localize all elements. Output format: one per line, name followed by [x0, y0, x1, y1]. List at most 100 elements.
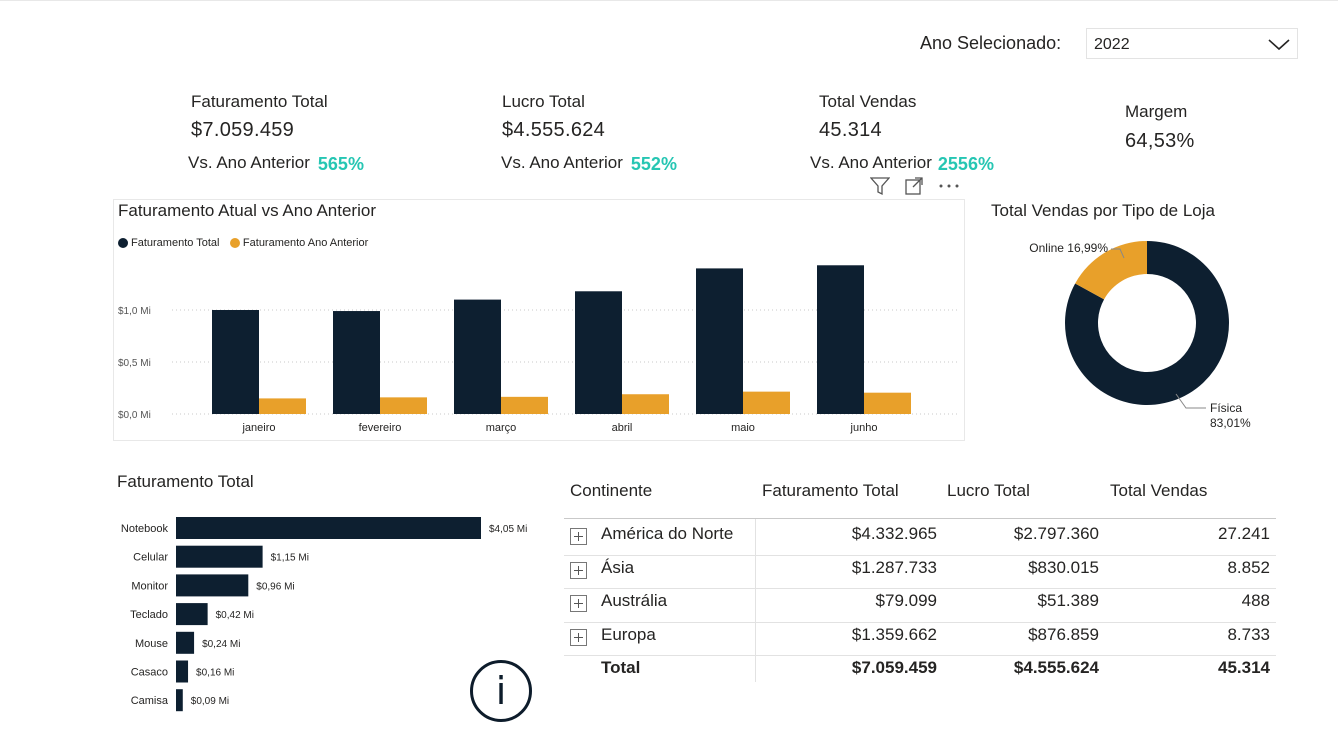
faturamento-cell: $79.099 [875, 591, 937, 610]
kpi-lucro-comparison-label: Vs. Ano Anterior [501, 153, 623, 172]
total-faturamento: $7.059.459 [851, 658, 937, 677]
bar-previous-janeiro[interactable] [259, 398, 306, 414]
x-tick-label: fevereiro [359, 422, 402, 434]
hbar-chart-title: Faturamento Total [117, 472, 254, 491]
table-header[interactable]: Faturamento Total [762, 481, 899, 501]
expand-row-button[interactable] [570, 561, 587, 579]
more-options-icon[interactable] [938, 176, 960, 196]
x-tick-label: março [486, 422, 517, 434]
bar-current-maio[interactable] [696, 268, 743, 414]
bar-mouse[interactable] [176, 631, 195, 654]
kpi-faturamento-comparison: Vs. Ano Anterior 565% [188, 152, 364, 174]
bar-current-janeiro[interactable] [212, 310, 259, 414]
kpi-margem-value: 64,53% [1125, 130, 1195, 152]
column-divider [755, 519, 756, 682]
kpi-faturamento-comparison-label: Vs. Ano Anterior [188, 153, 310, 172]
vendas-cell: 488 [1241, 591, 1270, 610]
expand-row-button[interactable] [570, 528, 587, 545]
donut-chart-title: Total Vendas por Tipo de Loja [991, 201, 1215, 220]
kpi-vendas-pct: 2556% [937, 154, 994, 174]
total-vendas: 45.314 [1218, 658, 1270, 677]
data-label: $0,16 Mi [196, 668, 234, 679]
bar-celular[interactable] [176, 545, 263, 568]
revenue-comparison-chart[interactable]: Faturamento Atual vs Ano Anterior Fatura… [113, 199, 965, 441]
category-label: Camisa [131, 695, 169, 707]
lucro-cell: $830.015 [1028, 557, 1099, 577]
bar-teclado[interactable] [176, 603, 208, 626]
expand-row-button[interactable] [570, 595, 587, 612]
data-label: $0,09 Mi [191, 696, 229, 707]
lucro-cell: $2.797.360 [1013, 524, 1099, 543]
bar-previous-junho[interactable] [864, 392, 911, 414]
kpi-vendas-title: Total Vendas [819, 92, 917, 111]
donut-label-online: Online 16,99% [1029, 241, 1108, 255]
category-label: Notebook [121, 523, 169, 535]
kpi-faturamento-pct: 565% [317, 154, 364, 174]
total-label: Total [601, 658, 641, 677]
bar-camisa[interactable] [176, 689, 183, 712]
bar-current-março[interactable] [454, 299, 501, 414]
category-label: Casaco [131, 667, 168, 679]
year-dropdown[interactable]: 2022 [1086, 28, 1298, 59]
lucro-cell: $51.389 [1037, 591, 1099, 610]
kpi-faturamento-value: $7.059.459 [191, 119, 295, 141]
donut-label-fisica: Física [1210, 401, 1242, 415]
donut-label-fisica-value: 83,01% [1210, 416, 1251, 430]
kpi-faturamento-title: Faturamento Total [191, 92, 328, 111]
vendas-cell: 27.241 [1218, 524, 1270, 543]
expand-row-button[interactable] [570, 628, 587, 646]
table-header[interactable]: Lucro Total [947, 481, 1030, 501]
x-tick-label: maio [731, 422, 755, 434]
filter-icon[interactable] [870, 176, 890, 196]
chevron-down-icon [1268, 39, 1290, 51]
bar-current-junho[interactable] [817, 265, 864, 414]
bar-current-abril[interactable] [575, 291, 622, 414]
data-label: $0,42 Mi [216, 610, 254, 621]
row-divider [564, 621, 1276, 623]
store-type-donut-chart[interactable]: Física83,01% Online 16,99% [980, 230, 1320, 450]
x-tick-label: abril [612, 422, 633, 434]
bar-previous-março[interactable] [501, 396, 548, 414]
column-chart-plot: $0,0 Mi $0,5 Mi $1,0 Mi janeiro fevereiro mar… [118, 265, 959, 434]
bar-current-fevereiro[interactable] [333, 311, 380, 414]
faturamento-cell: $1.287.733 [851, 557, 937, 577]
faturamento-cell: $4.332.965 [851, 524, 937, 543]
continent-cell: Europa [601, 624, 656, 644]
focus-mode-icon[interactable] [904, 176, 924, 196]
bar-previous-maio[interactable] [743, 391, 790, 414]
kpi-lucro-value: $4.555.624 [502, 119, 606, 141]
x-tick-label: junho [850, 422, 878, 434]
bar-previous-fevereiro[interactable] [380, 397, 427, 414]
vendas-cell: 8.852 [1227, 557, 1270, 577]
year-dropdown-value: 2022 [1094, 36, 1130, 53]
info-button[interactable]: i [470, 660, 532, 722]
bar-notebook[interactable] [176, 517, 481, 539]
kpi-margem-title: Margem [1125, 102, 1188, 121]
total-lucro: $4.555.624 [1013, 658, 1099, 677]
lucro-cell: $876.859 [1028, 624, 1099, 644]
header-divider [564, 518, 1276, 519]
continent-cell: Austrália [601, 591, 668, 610]
continent-cell: Ásia [601, 557, 635, 577]
bar-previous-abril[interactable] [622, 394, 669, 414]
visual-header [870, 176, 960, 196]
data-label: $0,24 Mi [202, 639, 240, 650]
category-label: Monitor [131, 580, 168, 592]
year-filter-label: Ano Selecionado: [920, 33, 1062, 53]
info-icon: i [495, 669, 507, 713]
continent-table[interactable]: Continente Faturamento Total Lucro Total… [564, 470, 1276, 685]
top-divider [0, 0, 1338, 1]
row-divider [564, 655, 1276, 656]
y-tick-label: $1,0 Mi [118, 306, 151, 317]
kpi-lucro-pct: 552% [630, 154, 677, 174]
faturamento-cell: $1.359.662 [851, 624, 937, 644]
bar-casaco[interactable] [176, 660, 189, 683]
data-label: $0,96 Mi [256, 581, 294, 592]
data-label: $4,05 Mi [489, 524, 527, 535]
continent-cell: América do Norte [601, 524, 734, 543]
table-header[interactable]: Total Vendas [1110, 481, 1207, 501]
bar-monitor[interactable] [176, 574, 249, 597]
kpi-vendas-comparison: Vs. Ano Anterior 2556% [810, 152, 994, 174]
kpi-lucro-title: Lucro Total [502, 92, 585, 111]
table-header[interactable]: Continente [570, 481, 652, 501]
